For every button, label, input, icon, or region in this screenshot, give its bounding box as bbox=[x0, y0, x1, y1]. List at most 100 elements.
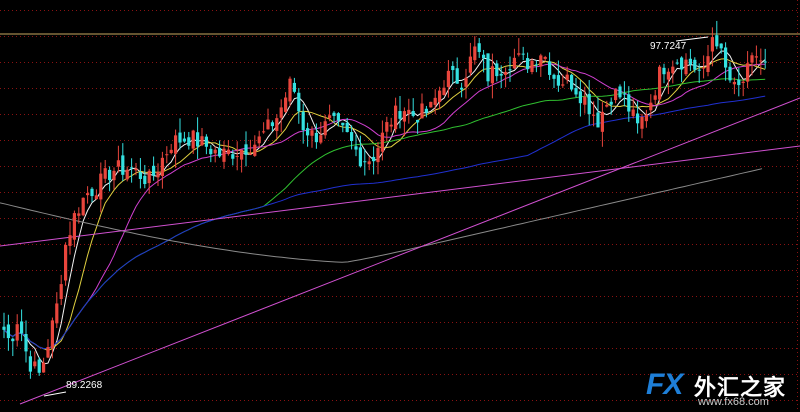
ma120-line bbox=[3, 95, 766, 350]
price-chart: 97.7247 89.2268 bbox=[0, 0, 800, 412]
candle-body bbox=[363, 161, 367, 163]
candle-body bbox=[20, 321, 24, 334]
candle-body bbox=[310, 130, 314, 136]
candle-body bbox=[226, 149, 230, 155]
candle-body bbox=[33, 361, 37, 367]
candle-body bbox=[671, 66, 675, 74]
candle-body bbox=[719, 43, 723, 49]
candle-body bbox=[130, 167, 134, 169]
candle-body bbox=[279, 107, 283, 118]
candle-body bbox=[684, 59, 688, 75]
candle-body bbox=[416, 119, 420, 123]
low-marker-label: 89.2268 bbox=[66, 380, 103, 391]
candle-body bbox=[561, 84, 565, 86]
candle-body bbox=[372, 156, 376, 162]
candle-body bbox=[72, 213, 76, 240]
candle-body bbox=[402, 111, 406, 122]
candle-body bbox=[253, 144, 257, 156]
candle-body bbox=[288, 78, 292, 102]
candle-body bbox=[152, 165, 156, 176]
candle-body bbox=[407, 109, 411, 114]
candle-body bbox=[530, 60, 534, 72]
candle-body bbox=[609, 101, 613, 105]
candle-body bbox=[420, 103, 424, 119]
candle-body bbox=[750, 55, 754, 63]
candle-body bbox=[389, 124, 393, 127]
candle-body bbox=[697, 69, 701, 71]
candle-body bbox=[55, 303, 59, 324]
candle-body bbox=[737, 79, 741, 86]
candle-body bbox=[605, 104, 609, 107]
candle-body bbox=[341, 122, 345, 126]
candle-body bbox=[37, 359, 41, 373]
candle-body bbox=[706, 56, 710, 73]
candle-body bbox=[442, 87, 446, 96]
candle-body bbox=[204, 136, 208, 147]
candle-body bbox=[235, 155, 239, 157]
candle-body bbox=[196, 132, 200, 147]
candle-body bbox=[68, 235, 72, 246]
candle-body bbox=[380, 132, 384, 152]
candle-body bbox=[24, 334, 28, 352]
candle-body bbox=[627, 94, 631, 112]
candle-body bbox=[209, 148, 213, 155]
candle-body bbox=[257, 136, 261, 144]
watermark-brand: FX bbox=[646, 368, 683, 401]
candle-body bbox=[534, 64, 538, 66]
candle-body bbox=[644, 114, 648, 122]
candle-body bbox=[284, 97, 288, 112]
candle-body bbox=[640, 116, 644, 129]
candle-body bbox=[213, 149, 217, 154]
candle-body bbox=[143, 175, 147, 185]
candle-body bbox=[543, 56, 547, 59]
candle-body bbox=[653, 95, 657, 100]
candlesticks bbox=[2, 20, 767, 379]
candle-body bbox=[178, 132, 182, 143]
candle-body bbox=[138, 172, 142, 179]
candle-body bbox=[693, 59, 697, 70]
price-markers: 97.7247 89.2268 bbox=[43, 36, 709, 397]
candle-body bbox=[358, 147, 362, 167]
candle-body bbox=[350, 132, 354, 142]
candle-body bbox=[592, 114, 596, 116]
candle-body bbox=[275, 118, 279, 131]
candle-body bbox=[508, 69, 512, 71]
candle-body bbox=[578, 91, 582, 104]
candle-body bbox=[724, 47, 728, 68]
candle-body bbox=[715, 35, 719, 47]
candle-body bbox=[473, 46, 477, 61]
candle-body bbox=[11, 338, 15, 342]
candle-body bbox=[297, 92, 301, 112]
candle-body bbox=[28, 356, 32, 372]
candle-body bbox=[486, 53, 490, 82]
candle-body bbox=[622, 93, 626, 95]
candle-body bbox=[394, 105, 398, 130]
candle-body bbox=[121, 155, 125, 175]
candle-body bbox=[460, 87, 464, 90]
candle-body bbox=[2, 326, 6, 330]
candle-body bbox=[169, 149, 173, 154]
candle-body bbox=[517, 53, 521, 55]
candle-body bbox=[160, 157, 164, 177]
candle-body bbox=[125, 169, 129, 180]
candle-body bbox=[134, 168, 138, 171]
candle-body bbox=[429, 101, 433, 108]
candle-body bbox=[156, 171, 160, 178]
candle-body bbox=[662, 67, 666, 75]
ma60-line bbox=[3, 78, 766, 350]
candle-body bbox=[570, 74, 574, 90]
candle-body bbox=[323, 121, 327, 136]
candle-body bbox=[433, 97, 437, 105]
candle-body bbox=[446, 70, 450, 88]
candle-body bbox=[103, 168, 107, 179]
candle-body bbox=[222, 148, 226, 162]
candle-body bbox=[292, 82, 296, 92]
candle-body bbox=[398, 111, 402, 119]
candle-body bbox=[385, 122, 389, 132]
candle-body bbox=[77, 213, 81, 216]
candle-body bbox=[574, 88, 578, 95]
candle-body bbox=[411, 110, 415, 116]
candle-body bbox=[666, 71, 670, 80]
candle-body bbox=[200, 136, 204, 146]
candle-body bbox=[191, 130, 195, 149]
